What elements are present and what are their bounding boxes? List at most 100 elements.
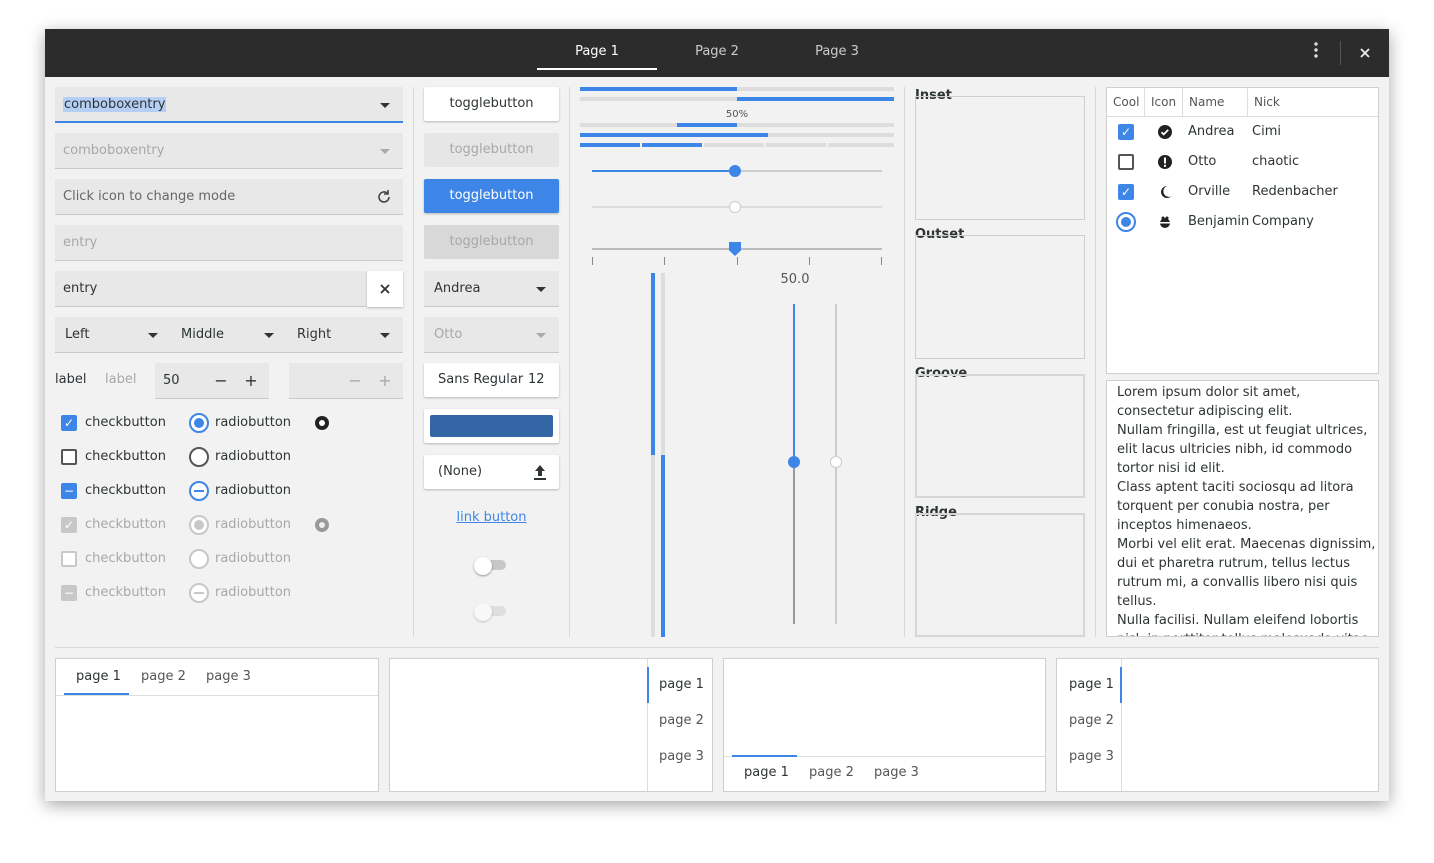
minus-icon: − bbox=[63, 484, 75, 498]
checkbutton-3-label[interactable]: checkbutton bbox=[85, 483, 166, 499]
refresh-icon[interactable] bbox=[375, 188, 393, 206]
text-line: tellus. bbox=[1117, 594, 1157, 609]
row-4-cool-radio[interactable] bbox=[1116, 212, 1136, 232]
minus-icon: − bbox=[63, 586, 75, 600]
hscale-3-marks[interactable] bbox=[592, 242, 882, 256]
chevron-down-icon bbox=[380, 333, 390, 338]
text-line: consectetur adipiscing elit. bbox=[1117, 404, 1293, 419]
frame-groove bbox=[915, 374, 1085, 498]
spin-minus-button[interactable]: − bbox=[211, 363, 231, 399]
comboboxentry-disabled-text: comboboxentry bbox=[63, 143, 165, 158]
tab-indicator bbox=[647, 667, 649, 703]
tab-page-2[interactable]: Page 2 bbox=[657, 29, 777, 77]
radio-dot-icon bbox=[194, 520, 204, 530]
column-nick[interactable]: Nick bbox=[1248, 88, 1378, 117]
checkbutton-2[interactable] bbox=[61, 449, 77, 465]
radiobutton-2-label[interactable]: radiobutton bbox=[215, 449, 291, 465]
column-name[interactable]: Name bbox=[1183, 88, 1248, 117]
scale-mark bbox=[737, 257, 738, 265]
checkbutton-2-label[interactable]: checkbutton bbox=[85, 449, 166, 465]
radiobutton-3-label[interactable]: radiobutton bbox=[215, 483, 291, 499]
scale-knob-disabled bbox=[729, 201, 741, 213]
color-button[interactable] bbox=[424, 409, 559, 443]
notebook-right-tab-1[interactable]: page 1 bbox=[659, 677, 704, 692]
text-line: elit lacus ultricies nibh, id commodo bbox=[1117, 442, 1353, 457]
progress-fill bbox=[677, 123, 737, 127]
spin-value: 50 bbox=[163, 373, 180, 388]
radiobutton-2[interactable] bbox=[189, 447, 209, 467]
notebook-bottom-tab-3[interactable]: page 3 bbox=[874, 765, 919, 780]
text-line: Nulla facilisi. Nullam eleifend lobortis bbox=[1117, 613, 1359, 628]
combo-middle-label: Middle bbox=[181, 327, 224, 342]
row-3-cool-check[interactable]: ✓ bbox=[1118, 184, 1134, 200]
checkbutton-4: ✓ bbox=[61, 517, 77, 533]
row-2-cool-check[interactable] bbox=[1118, 154, 1134, 170]
mode-entry[interactable]: Click icon to change mode bbox=[55, 179, 403, 215]
notebook-left-tab-1[interactable]: page 1 bbox=[1069, 677, 1114, 692]
hscale-1[interactable] bbox=[592, 165, 882, 177]
switch-1[interactable] bbox=[474, 557, 508, 575]
exclamation-circle-icon bbox=[1158, 155, 1172, 169]
chevron-down-icon bbox=[536, 333, 546, 338]
entry-field[interactable]: entry bbox=[55, 271, 367, 307]
file-chooser-button[interactable]: (None) bbox=[424, 455, 559, 489]
notebook-bottom-tab-1[interactable]: page 1 bbox=[744, 765, 789, 780]
notebook-top-tab-1[interactable]: page 1 bbox=[76, 669, 121, 684]
notebook-top-tab-2[interactable]: page 2 bbox=[141, 669, 186, 684]
column-cool[interactable]: Cool bbox=[1107, 88, 1145, 117]
radio-indicator-icon[interactable] bbox=[315, 416, 329, 430]
notebook-right-tab-2[interactable]: page 2 bbox=[659, 713, 704, 728]
kebab-menu-icon[interactable] bbox=[1301, 29, 1331, 77]
notebook-left-tab-3[interactable]: page 3 bbox=[1069, 749, 1114, 764]
checkbutton-1[interactable]: ✓ bbox=[61, 415, 77, 431]
label-disabled: label bbox=[105, 372, 137, 387]
notebook-bottom-tab-2[interactable]: page 2 bbox=[809, 765, 854, 780]
chevron-down-icon bbox=[380, 149, 390, 154]
vscale-1[interactable] bbox=[788, 304, 800, 624]
notebook-left-tab-2[interactable]: page 2 bbox=[1069, 713, 1114, 728]
togglebutton-1[interactable]: togglebutton bbox=[424, 87, 559, 121]
scale-knob[interactable] bbox=[788, 456, 800, 468]
spin-plus-button[interactable]: + bbox=[241, 363, 261, 399]
switch-knob[interactable] bbox=[474, 557, 492, 575]
combo-andrea-label: Andrea bbox=[434, 281, 481, 296]
togglebutton-3-active[interactable]: togglebutton bbox=[424, 179, 559, 213]
row-1-cool-check[interactable]: ✓ bbox=[1118, 124, 1134, 140]
tab-page-3[interactable]: Page 3 bbox=[777, 29, 897, 77]
radiobutton-1[interactable] bbox=[189, 413, 209, 433]
entry-disabled-text: entry bbox=[63, 235, 98, 250]
checkbutton-5-label: checkbutton bbox=[85, 551, 166, 566]
progress-bar-2 bbox=[580, 97, 894, 101]
row-4-name: Benjamin bbox=[1188, 214, 1250, 229]
combo-dropdown-button[interactable] bbox=[366, 87, 403, 123]
radiobutton-1-label[interactable]: radiobutton bbox=[215, 415, 291, 431]
link-button[interactable]: link button bbox=[424, 510, 559, 525]
scale-knob[interactable] bbox=[729, 165, 741, 177]
progress-fill bbox=[580, 87, 737, 91]
mode-entry-placeholder: Click icon to change mode bbox=[63, 189, 236, 204]
notebook-right-tab-3[interactable]: page 3 bbox=[659, 749, 704, 764]
close-icon[interactable] bbox=[1350, 29, 1380, 77]
checkbutton-1-label[interactable]: checkbutton bbox=[85, 415, 166, 431]
check-circle-icon bbox=[1158, 125, 1172, 139]
tab-page-1[interactable]: Page 1 bbox=[537, 29, 657, 77]
notebook-top-tab-3[interactable]: page 3 bbox=[206, 669, 251, 684]
scale-knob-disabled bbox=[830, 456, 842, 468]
vprogress-1 bbox=[651, 273, 655, 637]
comboboxentry-active[interactable]: comboboxentry bbox=[55, 87, 403, 123]
radiobutton-3[interactable] bbox=[189, 481, 209, 501]
text-line: Nullam fringilla, est ut feugiat ultrice… bbox=[1117, 423, 1368, 438]
vprogress-2 bbox=[661, 273, 665, 637]
scale-knob[interactable] bbox=[729, 242, 741, 256]
column-icon[interactable]: Icon bbox=[1145, 88, 1183, 117]
comboboxentry-text[interactable]: comboboxentry bbox=[63, 97, 167, 112]
row-4-nick: Company bbox=[1252, 214, 1314, 229]
spin-minus-disabled: − bbox=[348, 371, 362, 390]
font-button[interactable]: Sans Regular 12 bbox=[424, 363, 559, 397]
clear-entry-button[interactable] bbox=[367, 271, 403, 307]
radiobutton-4-label: radiobutton bbox=[215, 517, 292, 532]
checkbutton-3[interactable]: − bbox=[61, 483, 77, 499]
radio-dash-icon bbox=[194, 490, 204, 492]
notebook-right: page 1 page 2 page 3 bbox=[389, 658, 713, 792]
text-view[interactable]: Lorem ipsum dolor sit amet, consectetur a… bbox=[1106, 380, 1379, 637]
